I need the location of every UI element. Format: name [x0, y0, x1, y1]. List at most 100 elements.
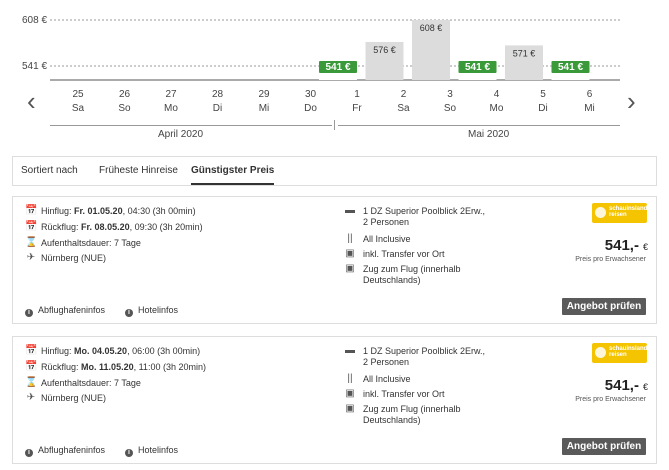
hotel-info-label: Hotelinfos [138, 445, 179, 455]
calendar-icon: 📅 [25, 205, 38, 216]
train-info: Zug zum Flug (innerhalb Deutschlands) [363, 264, 461, 286]
return-flight: Rückflug: Mo. 11.05.20, 11:00 (3h 20min) [41, 362, 206, 373]
price-bar-label: 576 € [373, 45, 396, 55]
price-bar[interactable]: 541 € [551, 61, 590, 80]
room-line-1: 1 DZ Superior Poolblick 2Erw., [363, 346, 486, 356]
date-item[interactable]: 26 So [105, 88, 145, 116]
return-flight: Rückflug: Fr. 08.05.20, 09:30 (3h 20min) [41, 222, 203, 233]
date-day: 4 [493, 89, 500, 100]
price-bar-label: 541 € [558, 62, 583, 73]
date-item[interactable]: 25 Sa [58, 88, 98, 116]
airport-info-link[interactable]: i Abflughafeninfos [25, 445, 105, 457]
info-icon: i [125, 449, 133, 457]
check-offer-button[interactable]: Angebot prüfen [562, 298, 646, 315]
room-line-2: 2 Personen [363, 217, 410, 227]
transfer-info: inkl. Transfer vor Ort [363, 249, 445, 259]
sun-icon [595, 207, 606, 218]
cutlery-icon: || [347, 233, 353, 244]
cutlery-icon: || [347, 373, 353, 384]
y-tick-541: 541 € [22, 61, 47, 72]
airport-info-link[interactable]: i Abflughafeninfos [25, 305, 105, 317]
date-item[interactable]: 30 Do [291, 88, 331, 116]
chevron-left-icon[interactable]: ‹ [27, 88, 36, 114]
bed-icon: ▬ [345, 345, 355, 356]
outbound-date: Fr. 01.05.20 [74, 206, 123, 216]
price-bar[interactable]: 541 € [319, 61, 357, 80]
price-bar-label: 541 € [325, 62, 350, 73]
tab-guenstigster-preis[interactable]: Günstigster Preis [191, 157, 275, 185]
price-bar-label: 608 € [420, 23, 443, 33]
date-weekday: Mi [584, 103, 595, 114]
month-label-april: April 2020 [158, 129, 204, 140]
price-bar[interactable]: 608 € [412, 20, 450, 80]
check-offer-button[interactable]: Angebot prüfen [562, 438, 646, 455]
date-day: 2 [400, 89, 407, 100]
operator-logo-text: schauinsland reisen [609, 206, 647, 218]
date-item[interactable]: 27 Mo [151, 88, 191, 116]
offer-price: 541,- € [605, 237, 648, 254]
airport-info-label: Abflughafeninfos [38, 305, 106, 315]
operator-logo: schauinsland reisen [592, 343, 647, 363]
price-per-adult: Preis pro Erwachsener [575, 256, 646, 263]
train-line-2: Deutschlands) [363, 275, 421, 285]
outbound-label: Hinflug: [41, 206, 72, 216]
return-time: , 11:00 (3h 20min) [133, 362, 206, 372]
date-item[interactable]: 2 Sa [384, 88, 424, 116]
info-icon: i [25, 309, 33, 317]
month-divider-april [50, 125, 332, 126]
info-icon: i [125, 309, 133, 317]
date-item[interactable]: 4 Mo [477, 88, 517, 116]
price-bar[interactable]: 571 € [505, 45, 543, 80]
month-label-mai: Mai 2020 [468, 129, 510, 140]
date-item[interactable]: 29 Mi [244, 88, 284, 116]
y-tick-608: 608 € [22, 15, 47, 26]
date-item[interactable]: 6 Mi [570, 88, 610, 116]
date-day: 25 [72, 89, 84, 100]
date-weekday: Sa [71, 103, 85, 114]
room-line-2: 2 Personen [363, 357, 410, 367]
train-line-1: Zug zum Flug (innerhalb [363, 404, 461, 414]
train-icon: ▣ [345, 263, 355, 274]
return-date: Fr. 08.05.20 [81, 222, 130, 232]
price-bar[interactable]: 576 € [365, 41, 404, 80]
train-icon: ▣ [345, 403, 355, 414]
date-item[interactable]: 28 Di [198, 88, 238, 116]
sun-icon [595, 347, 606, 358]
date-item[interactable]: 3 So [430, 88, 470, 116]
outbound-flight: Hinflug: Mo. 04.05.20, 06:00 (3h 00min) [41, 346, 200, 357]
car-icon: ▣ [345, 388, 355, 399]
sort-label: Sortiert nach [21, 165, 78, 176]
date-day: 26 [118, 89, 131, 100]
train-info: Zug zum Flug (innerhalb Deutschlands) [363, 404, 461, 426]
train-line-1: Zug zum Flug (innerhalb [363, 264, 461, 274]
date-day: 5 [540, 89, 546, 100]
date-weekday: Mo [489, 103, 504, 114]
date-weekday: So [118, 103, 131, 114]
date-weekday: Sa [397, 103, 410, 114]
calendar-icon: 📅 [25, 345, 38, 356]
month-separator [334, 120, 335, 130]
departure-airport: Nürnberg (NUE) [41, 253, 107, 263]
date-item[interactable]: 5 Di [523, 88, 563, 116]
car-icon: ▣ [345, 248, 355, 259]
room-info: 1 DZ Superior Poolblick 2Erw., 2 Personen [363, 346, 485, 368]
date-weekday: Di [212, 103, 223, 114]
airplane-icon: ✈ [26, 252, 36, 263]
stay-duration: Aufenthaltsdauer: 7 Tage [41, 238, 141, 248]
date-weekday: Fr [352, 103, 362, 114]
tab-frueheste-hinreise[interactable]: Früheste Hinreise [99, 157, 178, 185]
operator-logo-text: schauinsland reisen [609, 346, 647, 358]
departure-airport: Nürnberg (NUE) [41, 393, 107, 403]
hotel-info-link[interactable]: i Hotelinfos [125, 305, 178, 317]
hotel-info-link[interactable]: i Hotelinfos [125, 445, 178, 457]
price-bar-label: 541 € [465, 62, 490, 73]
date-item[interactable]: 1 Fr [337, 88, 377, 116]
date-day: 27 [165, 89, 177, 100]
price-per-adult: Preis pro Erwachsener [575, 396, 646, 403]
chevron-right-icon[interactable]: › [627, 88, 636, 114]
outbound-time: , 04:30 (3h 00min) [122, 206, 196, 216]
price-bar[interactable]: 541 € [458, 61, 497, 80]
offer-price: 541,- € [605, 377, 648, 394]
offer-card: 📅 Hinflug: Mo. 04.05.20, 06:00 (3h 00min… [12, 336, 657, 464]
date-day: 6 [586, 89, 593, 100]
